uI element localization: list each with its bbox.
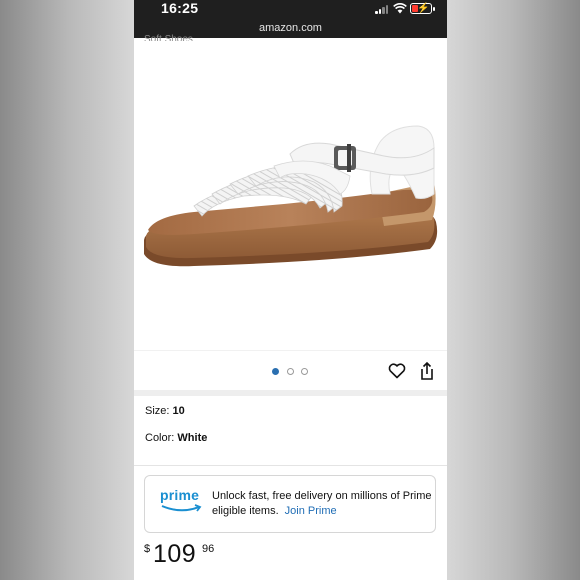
price-whole: 109: [153, 540, 197, 568]
price-currency: $: [144, 543, 151, 555]
price-fraction: 96: [202, 543, 215, 555]
carousel-dot-1[interactable]: [272, 368, 279, 375]
size-label: Size:: [145, 405, 173, 417]
color-label: Color:: [145, 432, 178, 444]
share-icon[interactable]: [419, 361, 435, 381]
heart-icon[interactable]: [388, 363, 406, 379]
prime-logo: prime: [160, 487, 204, 513]
cellular-signal-icon: [375, 4, 389, 14]
phone-screen: 16:25 ⚡ amazon.com Soft Shoes Size: 10 C…: [134, 0, 447, 580]
battery-icon: ⚡: [410, 3, 435, 14]
wifi-icon: [393, 3, 407, 14]
color-value: White: [177, 432, 208, 444]
prime-message: Unlock fast, free delivery on millions o…: [212, 490, 432, 517]
sandal-image: [144, 125, 438, 267]
section-divider: [134, 465, 447, 466]
carousel-dot-3[interactable]: [301, 368, 308, 375]
brand-link[interactable]: Soft Shoes: [144, 33, 193, 41]
image-carousel-controls: [134, 350, 447, 390]
color-selector[interactable]: Color: White: [145, 432, 207, 444]
status-time: 16:25: [161, 0, 199, 16]
prime-smile-icon: [161, 504, 202, 512]
prime-banner[interactable]: prime Unlock fast, free delivery on mill…: [144, 475, 436, 533]
join-prime-link[interactable]: Join Prime: [285, 505, 337, 517]
carousel-dot-2[interactable]: [287, 368, 294, 375]
size-selector[interactable]: Size: 10: [145, 405, 185, 417]
section-divider: [134, 390, 447, 396]
product-image[interactable]: [134, 44, 447, 350]
size-value: 10: [172, 405, 185, 417]
